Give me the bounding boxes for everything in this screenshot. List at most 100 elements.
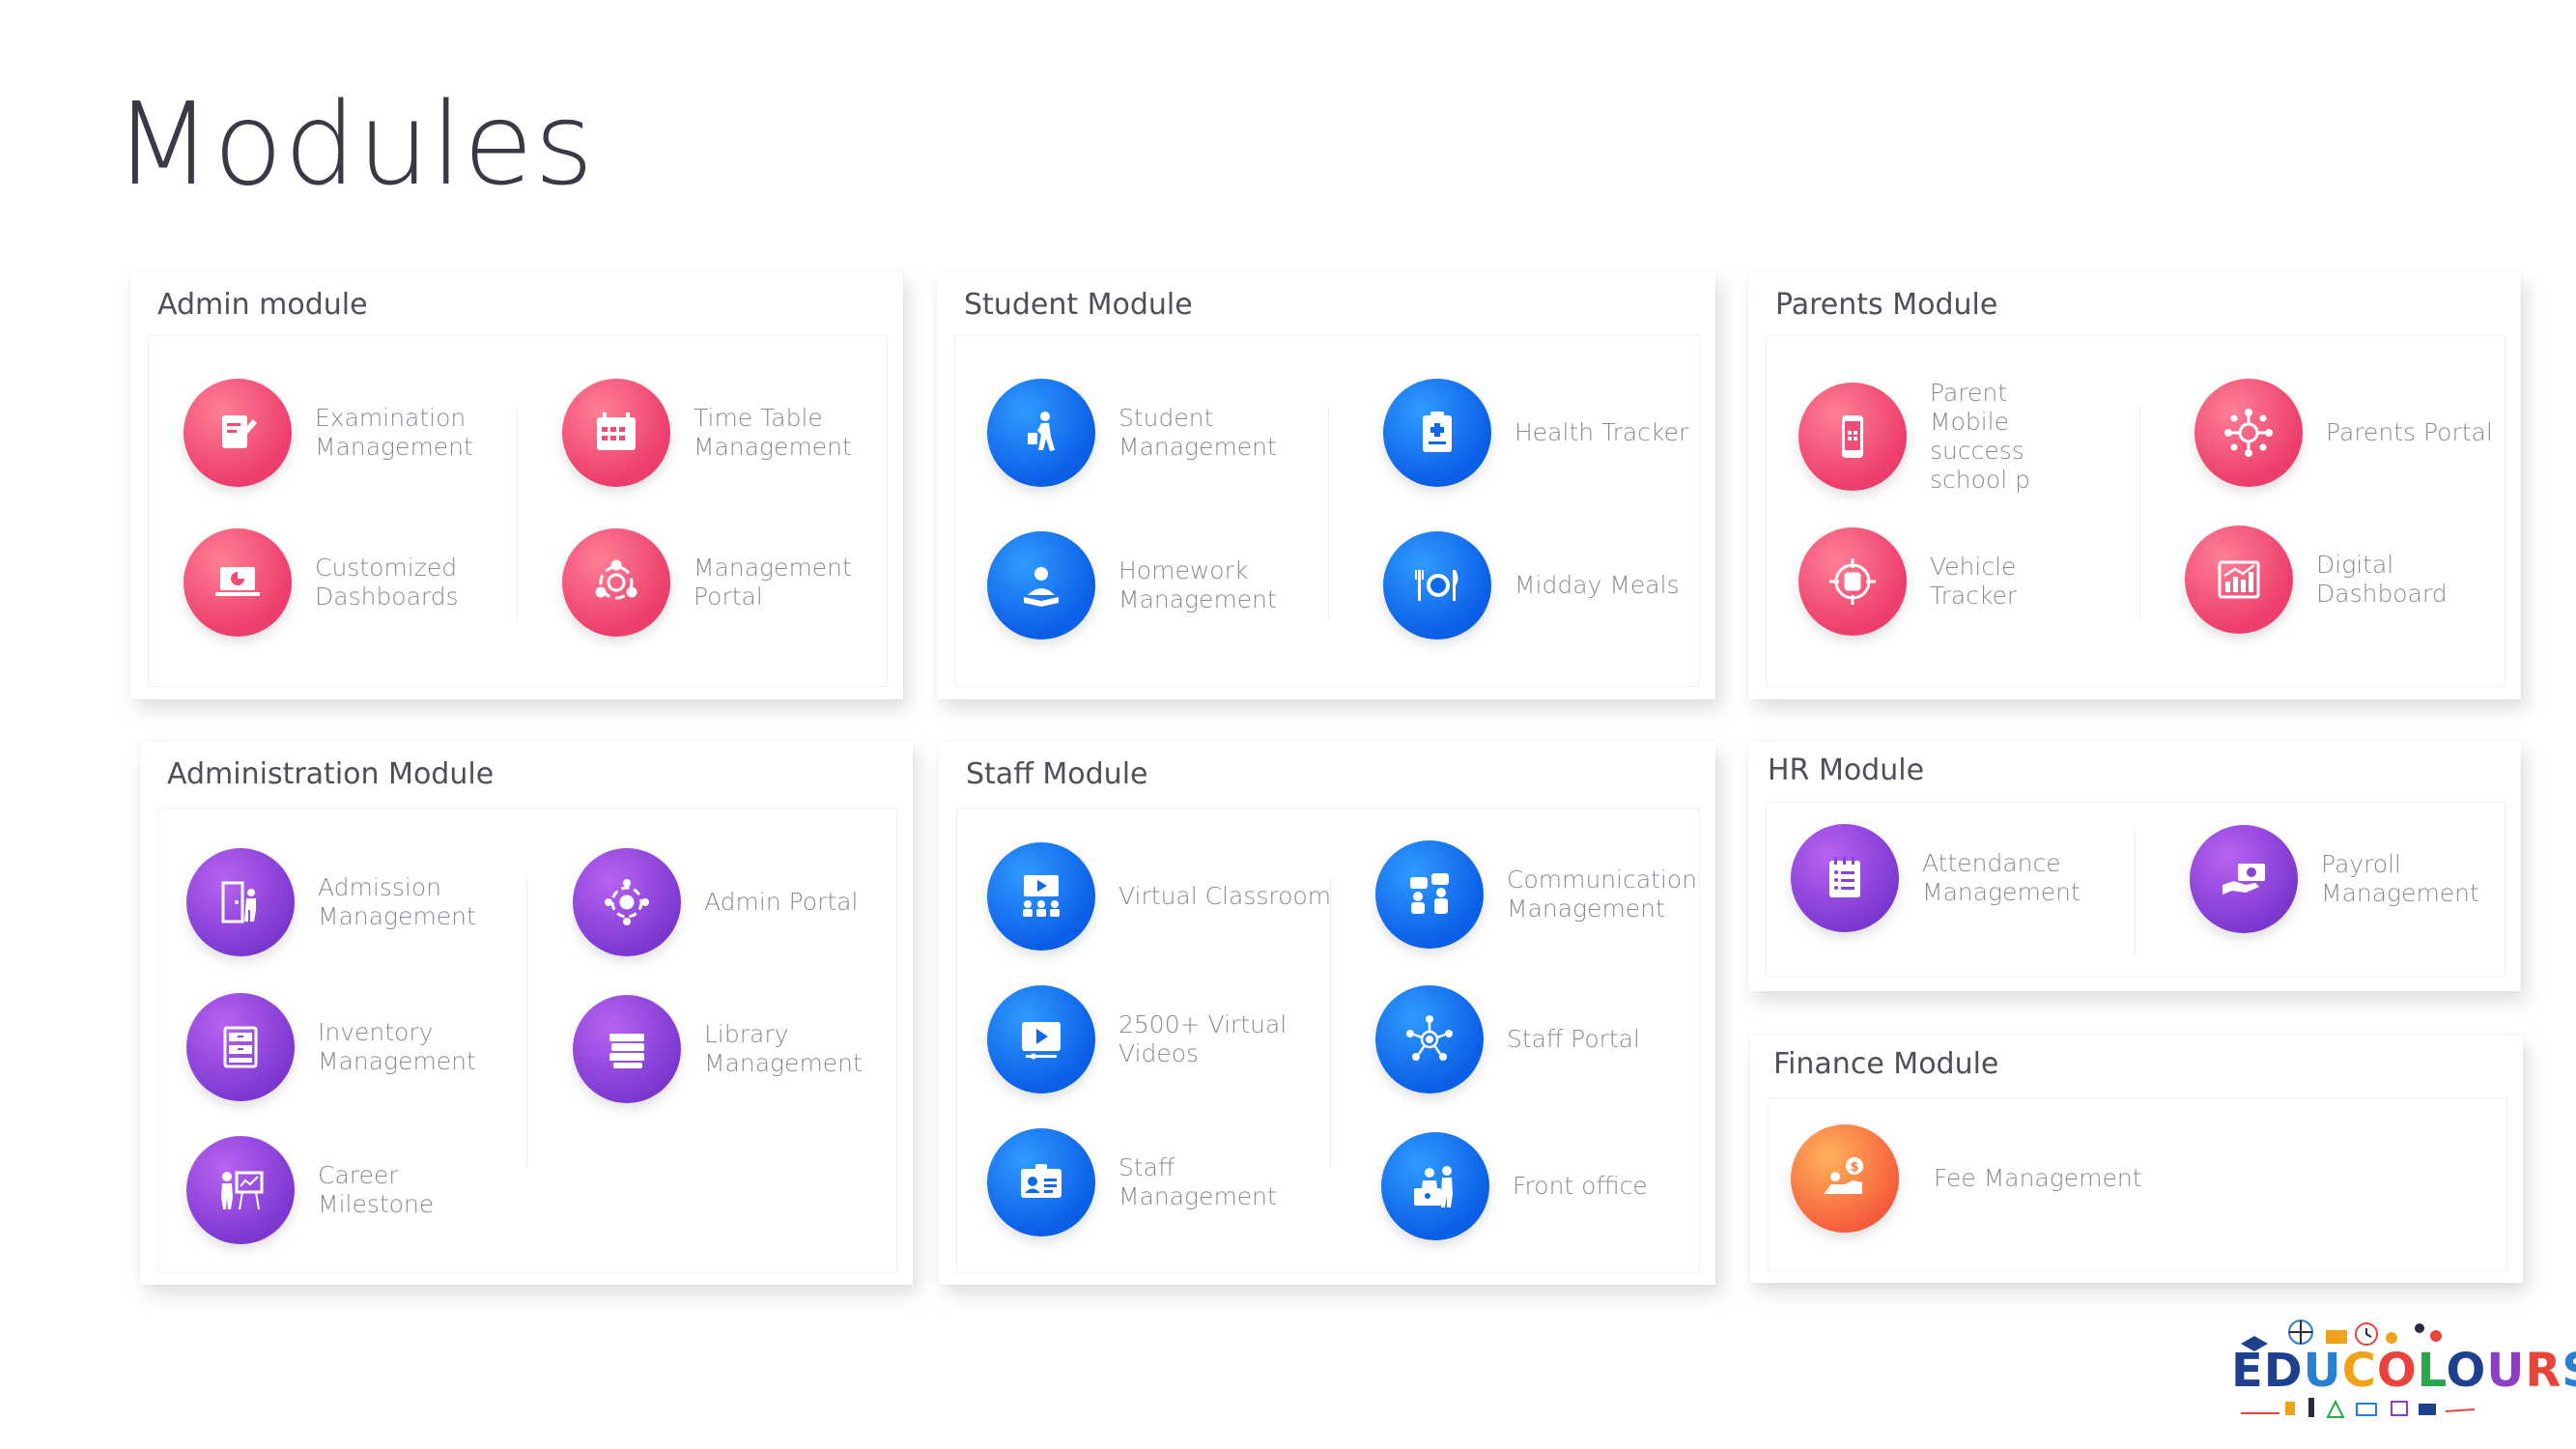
reception-desk-icon (1381, 1132, 1489, 1240)
module-item-customized-dashboards[interactable]: Customized Dashboards (184, 528, 459, 637)
finance-module-panel: Finance Module $ Fee Management (1750, 1036, 2523, 1283)
module-item-career-milestone[interactable]: Career Milestone (186, 1136, 434, 1244)
module-item-label: Homework Management (1118, 556, 1277, 613)
student-walking-icon (987, 379, 1095, 487)
module-item-label: Communication Management (1507, 866, 1698, 923)
module-item-admin-portal[interactable]: Admin Portal (573, 848, 858, 956)
module-item-midday-meals[interactable]: Midday Meals (1383, 531, 1680, 639)
module-item-label: Vehicle Tracker (1930, 553, 2018, 610)
hr-module-panel: HR Module Attendance Management Payroll … (1748, 742, 2521, 991)
clipboard-medical-icon (1383, 379, 1491, 487)
module-item-label: Admission Management (318, 873, 476, 930)
brand-letter: E (2231, 1344, 2264, 1398)
notepad-list-icon (1791, 824, 1899, 932)
module-item-student-management[interactable]: Student Management (987, 379, 1277, 487)
module-item-label: Payroll Management (2321, 850, 2479, 907)
brand-letter: L (2417, 1344, 2447, 1398)
module-item-digital-dashboard[interactable]: Digital Dashboard (2185, 526, 2448, 634)
module-item-label: Parent Mobile success school p (1930, 379, 2030, 494)
admin-module-panel: Admin module Examination Management Time… (130, 272, 903, 699)
module-item-label: Parents Portal (2326, 418, 2493, 446)
module-item-label: Admin Portal (704, 888, 859, 916)
module-item-library-management[interactable]: Library Management (573, 995, 863, 1103)
hand-money-icon (2190, 825, 2298, 933)
module-item-inventory-management[interactable]: Inventory Management (186, 993, 476, 1101)
svg-text:$: $ (1850, 1160, 1858, 1175)
brand-letter: R (2525, 1344, 2562, 1398)
module-item-payroll-management[interactable]: Payroll Management (2190, 825, 2479, 933)
student-module-panel: Student Module Student Management Health… (937, 272, 1715, 699)
family-network-icon (2194, 379, 2303, 487)
brand-letter: U (2486, 1344, 2526, 1398)
module-item-label: Inventory Management (318, 1018, 476, 1075)
chat-people-icon (1375, 840, 1484, 949)
mobile-phone-icon (1798, 383, 1907, 491)
module-item-label: Digital Dashboard (2316, 551, 2448, 608)
door-entry-icon (186, 848, 295, 956)
brand-letter: S (2562, 1344, 2576, 1398)
module-item-staff-management[interactable]: Staff Management (987, 1128, 1277, 1236)
educolours-logo: EDUCOLOURS (2222, 1309, 2576, 1435)
finance-module-title: Finance Module (1773, 1047, 1999, 1081)
module-item-label: Staff Management (1118, 1153, 1277, 1210)
presentation-icon (186, 1136, 295, 1244)
module-item-homework-management[interactable]: Homework Management (987, 531, 1277, 639)
module-item-label: 2500+ Virtual Videos (1118, 1010, 1288, 1067)
module-item-time-table-management[interactable]: Time Table Management (562, 379, 852, 487)
cabinet-icon (186, 993, 295, 1101)
admin-module-title: Admin module (157, 288, 368, 322)
module-item-attendance-management[interactable]: Attendance Management (1791, 824, 2081, 932)
network-globe-icon (562, 528, 670, 637)
module-item-communication-management[interactable]: Communication Management (1375, 840, 1697, 949)
module-item-parent-mobile[interactable]: Parent Mobile success school p (1798, 379, 2030, 495)
module-item-label: Examination Management (315, 404, 473, 461)
exam-edit-icon (184, 379, 292, 487)
video-class-icon (987, 842, 1095, 951)
id-card-icon (987, 1128, 1095, 1236)
module-item-label: Customized Dashboards (315, 554, 459, 611)
module-item-examination-management[interactable]: Examination Management (184, 379, 473, 487)
module-item-virtual-classroom[interactable]: Virtual Classroom (987, 842, 1331, 951)
module-item-parents-portal[interactable]: Parents Portal (2194, 379, 2493, 487)
module-item-fee-management[interactable]: $ Fee Management (1791, 1124, 2142, 1233)
module-item-health-tracker[interactable]: Health Tracker (1383, 379, 1688, 487)
books-stack-icon (573, 995, 681, 1103)
hub-network-icon (1375, 985, 1484, 1094)
module-item-label: Student Management (1118, 404, 1277, 461)
module-item-label: Attendance Management (1922, 849, 2081, 906)
module-item-management-portal[interactable]: Management Portal (562, 528, 852, 637)
student-module-title: Student Module (964, 288, 1193, 322)
module-item-label: Library Management (704, 1020, 863, 1077)
module-item-label: Fee Management (1934, 1164, 2142, 1192)
admin-network-icon (573, 848, 681, 956)
module-item-label: Virtual Classroom (1118, 882, 1332, 910)
staff-module-panel: Staff Module Virtual Classroom Communica… (939, 742, 1715, 1285)
brand-wordmark: EDUCOLOURS (2231, 1344, 2576, 1398)
brand-letter: C (2341, 1344, 2377, 1398)
module-item-staff-portal[interactable]: Staff Portal (1375, 985, 1640, 1094)
hr-module-title: HR Module (1768, 753, 1925, 787)
brand-letter: U (2303, 1344, 2342, 1398)
administration-module-panel: Administration Module Admission Manageme… (140, 742, 913, 1285)
module-item-label: Staff Portal (1507, 1025, 1640, 1053)
module-item-vehicle-tracker[interactable]: Vehicle Tracker (1798, 527, 2017, 636)
brand-letter: O (2446, 1344, 2487, 1398)
module-item-label: Time Table Management (694, 404, 852, 461)
parents-module-title: Parents Module (1775, 288, 1998, 322)
module-item-admission-management[interactable]: Admission Management (186, 848, 476, 956)
staff-module-title: Staff Module (966, 757, 1148, 791)
module-item-label: Midday Meals (1514, 571, 1680, 599)
page-title: Modules (114, 77, 595, 211)
parents-module-panel: Parents Module Parent Mobile success sch… (1748, 272, 2521, 699)
calendar-icon (562, 379, 670, 487)
module-item-virtual-videos[interactable]: 2500+ Virtual Videos (987, 985, 1287, 1094)
reading-person-icon (987, 531, 1095, 639)
module-item-front-office[interactable]: Front office (1381, 1132, 1648, 1240)
fee-coins-icon: $ (1791, 1124, 1899, 1233)
brand-letter: D (2263, 1344, 2304, 1398)
module-item-label: Management Portal (694, 554, 852, 611)
module-item-label: Front office (1513, 1172, 1648, 1200)
module-item-label: Health Tracker (1514, 418, 1689, 446)
brand-letter: O (2376, 1344, 2418, 1398)
module-item-label: Career Milestone (318, 1161, 435, 1218)
